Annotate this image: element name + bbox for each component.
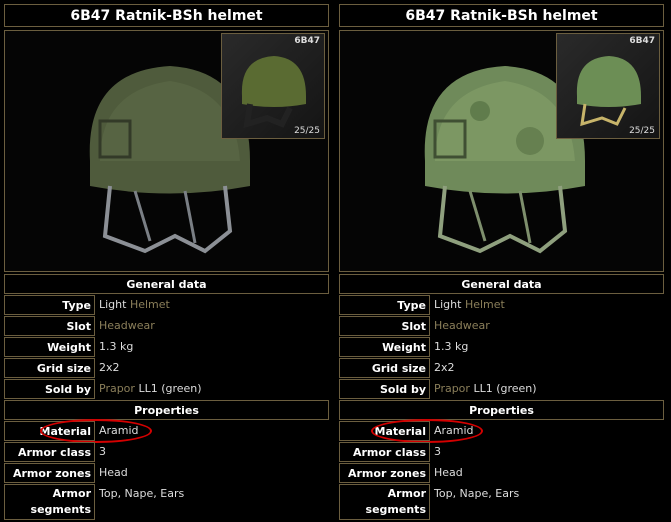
item-panel-right: 6B47 Ratnik-BSh helmet 6B47 25/25 Genera… [339,0,666,522]
armor-segments-row: Armor segments Top, Nape, Ears [339,484,664,520]
armor-segments-value: Top, Nape, Ears [99,487,185,500]
slot-label: Slot [339,316,430,336]
helmet-thumb-icon [241,56,306,128]
armor-zones-row: Armor zones Head [4,463,329,483]
headwear-link[interactable]: Headwear [434,319,490,332]
item-thumbnail[interactable]: 6B47 25/25 [556,33,660,139]
highlight-circle [40,419,152,443]
helmet-link[interactable]: Helmet [465,298,505,311]
grid-size-label: Grid size [339,358,430,378]
armor-zones-label: Armor zones [339,463,430,483]
armor-class-label: Armor class [4,442,95,462]
weight-label: Weight [4,337,95,357]
item-image-area: 6B47 25/25 [4,30,329,272]
armor-class-row: Armor class 3 [4,442,329,462]
properties-header: Properties [4,400,329,420]
armor-segments-row: Armor segments Top, Nape, Ears [4,484,329,520]
armor-class-value: 3 [434,445,441,458]
weight-row: Weight 1.3 kg [4,337,329,357]
properties-header: Properties [339,400,664,420]
general-data-header: General data [4,274,329,294]
thumbnail-count: 25/25 [294,126,320,136]
thumbnail-name: 6B47 [629,36,655,46]
type-label: Type [339,295,430,315]
sold-by-label: Sold by [339,379,430,399]
type-value: Light [99,298,127,311]
armor-zones-value: Head [434,466,463,479]
thumbnail-count: 25/25 [629,126,655,136]
prapor-link[interactable]: Prapor [434,382,470,395]
type-label: Type [4,295,95,315]
prapor-link[interactable]: Prapor [99,382,135,395]
sold-by-level: LL1 (green) [473,382,537,395]
sold-by-row: Sold by Prapor LL1 (green) [4,379,329,399]
headwear-link[interactable]: Headwear [99,319,155,332]
armor-class-value: 3 [99,445,106,458]
armor-class-row: Armor class 3 [339,442,664,462]
sold-by-label: Sold by [4,379,95,399]
slot-label: Slot [4,316,95,336]
grid-size-row: Grid size 2x2 [4,358,329,378]
general-data-header: General data [339,274,664,294]
slot-row: Slot Headwear [4,316,329,336]
type-row: Type Light Helmet [339,295,664,315]
grid-size-label: Grid size [4,358,95,378]
armor-segments-label: Armor segments [4,484,95,520]
armor-class-label: Armor class [339,442,430,462]
weight-label: Weight [339,337,430,357]
item-title: 6B47 Ratnik-BSh helmet [4,4,329,27]
helmet-thumb-icon [576,56,641,127]
helmet-link[interactable]: Helmet [130,298,170,311]
grid-size-value: 2x2 [99,361,120,374]
weight-value: 1.3 kg [99,340,134,353]
grid-size-value: 2x2 [434,361,455,374]
armor-zones-label: Armor zones [4,463,95,483]
slot-row: Slot Headwear [339,316,664,336]
item-title: 6B47 Ratnik-BSh helmet [339,4,664,27]
item-panel-left: 6B47 Ratnik-BSh helmet 6B47 25/25 Genera… [4,0,331,522]
grid-size-row: Grid size 2x2 [339,358,664,378]
sold-by-level: LL1 (green) [138,382,202,395]
type-value: Light [434,298,462,311]
item-image-area: 6B47 25/25 [339,30,664,272]
armor-zones-value: Head [99,466,128,479]
weight-value: 1.3 kg [434,340,469,353]
armor-zones-row: Armor zones Head [339,463,664,483]
highlight-circle [371,419,483,443]
sold-by-row: Sold by Prapor LL1 (green) [339,379,664,399]
weight-row: Weight 1.3 kg [339,337,664,357]
armor-segments-label: Armor segments [339,484,430,520]
item-thumbnail[interactable]: 6B47 25/25 [221,33,325,139]
thumbnail-name: 6B47 [294,36,320,46]
armor-segments-value: Top, Nape, Ears [434,487,520,500]
type-row: Type Light Helmet [4,295,329,315]
